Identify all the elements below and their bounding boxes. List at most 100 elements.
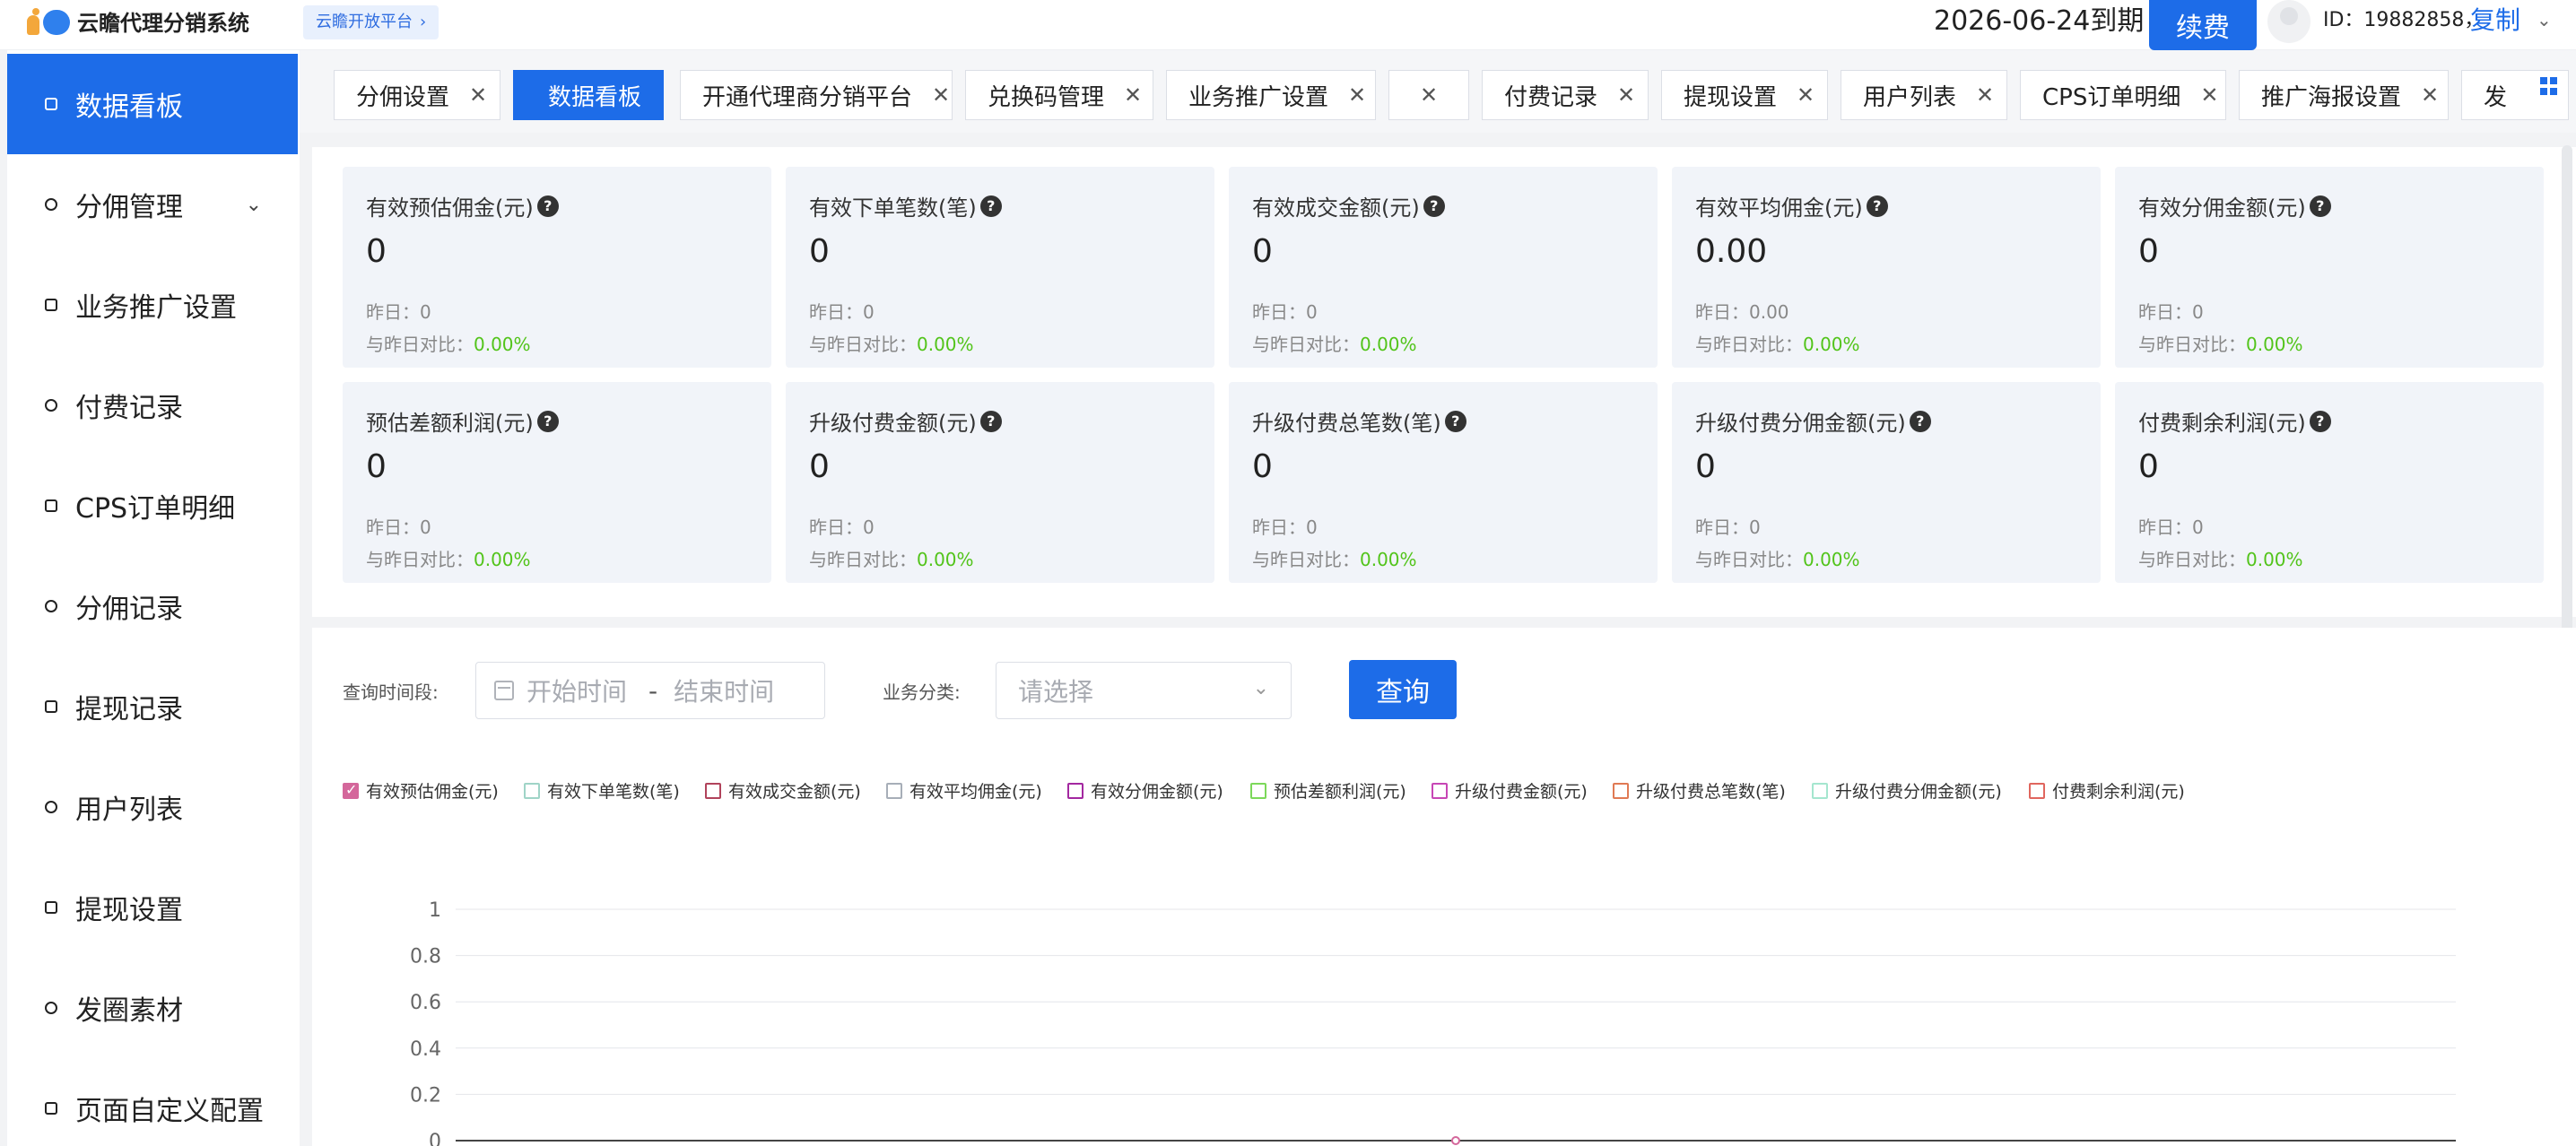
help-icon[interactable]: ?	[1866, 195, 1888, 217]
tab-4[interactable]: 业务推广设置 ✕	[1166, 70, 1376, 120]
legend-checkbox[interactable]	[886, 782, 902, 799]
close-icon[interactable]: ✕	[1617, 82, 1635, 108]
close-icon[interactable]: ✕	[1420, 82, 1438, 108]
tab-label: 分佣设置	[356, 83, 450, 111]
open-platform-link[interactable]: 云瞻开放平台 ›	[303, 5, 439, 39]
legend-item[interactable]: 升级付费分佣金额(元)	[1812, 778, 2002, 803]
help-icon[interactable]: ?	[1909, 410, 1931, 432]
stat-yesterday: 昨日：0.00	[1695, 298, 1789, 324]
tab-3[interactable]: 兑换码管理 ✕	[965, 70, 1153, 120]
stat-value: 0	[809, 233, 830, 270]
user-id: ID：19882858，	[2323, 9, 2485, 31]
compare-value: 0.00%	[917, 549, 974, 570]
stat-yesterday: 昨日：0	[809, 513, 875, 539]
tab-0[interactable]: 分佣设置 ✕	[334, 70, 500, 120]
stat-yesterday: 昨日：0	[1252, 298, 1318, 324]
yesterday-prefix: 昨日：	[1252, 517, 1306, 538]
compare-value: 0.00%	[1360, 334, 1417, 355]
copy-id-button[interactable]: 复制	[2470, 4, 2520, 38]
sidebar-item-label: 分佣管理	[75, 192, 183, 223]
legend-checkbox[interactable]	[705, 782, 721, 799]
legend-item[interactable]: 升级付费总笔数(笔)	[1613, 778, 1786, 803]
category-select[interactable]: 请选择 ⌄	[996, 662, 1292, 719]
compare-prefix: 与昨日对比：	[1695, 334, 1803, 355]
chevron-down-icon[interactable]: ⌄	[2537, 9, 2552, 30]
stat-title: 升级付费总笔数(笔)?	[1252, 405, 1466, 437]
tab-9[interactable]: CPS订单明细 ✕	[2020, 70, 2226, 120]
tab-6[interactable]: 付费记录 ✕	[1482, 70, 1649, 120]
start-time-input[interactable]: 开始时间	[527, 673, 627, 708]
stat-value: 0	[1252, 448, 1273, 485]
help-icon[interactable]: ?	[979, 410, 1002, 432]
legend-checkbox[interactable]	[524, 782, 540, 799]
legend-checkbox[interactable]	[1613, 782, 1629, 799]
close-icon[interactable]: ✕	[932, 82, 950, 108]
stat-title-text: 有效预估佣金(元)	[366, 195, 534, 221]
payment-icon	[43, 397, 59, 413]
tab-10[interactable]: 推广海报设置 ✕	[2239, 70, 2449, 120]
help-icon[interactable]: ?	[536, 410, 559, 432]
legend-item[interactable]: 预估差额利润(元)	[1250, 778, 1406, 803]
sidebar-item-0[interactable]: 数据看板	[7, 54, 298, 154]
sidebar-item-6[interactable]: 提现记录	[7, 656, 298, 757]
legend-checkbox[interactable]	[2029, 782, 2045, 799]
legend-item[interactable]: 有效分佣金额(元)	[1067, 778, 1223, 803]
legend-checkbox[interactable]	[1067, 782, 1083, 799]
y-tick-label: 0.8	[410, 946, 441, 968]
legend-item[interactable]: 有效下单笔数(笔)	[524, 778, 680, 803]
stat-value: 0	[366, 233, 387, 270]
tab-8[interactable]: 用户列表 ✕	[1841, 70, 2007, 120]
help-icon[interactable]: ?	[536, 195, 559, 217]
tab-label: 用户列表	[1863, 83, 1957, 111]
date-range-picker[interactable]: 开始时间 - 结束时间	[475, 662, 825, 719]
end-time-input[interactable]: 结束时间	[674, 673, 774, 708]
close-icon[interactable]: ✕	[1348, 82, 1366, 108]
sidebar-item-7[interactable]: 用户列表	[7, 757, 298, 857]
tab-2[interactable]: 开通代理商分销平台 ✕	[680, 70, 953, 120]
close-icon[interactable]: ✕	[469, 82, 487, 108]
legend-item[interactable]: 有效预估佣金(元)	[343, 778, 499, 803]
close-icon[interactable]: ✕	[2421, 82, 2439, 108]
tab-5[interactable]: ✕	[1388, 70, 1469, 120]
legend-checkbox[interactable]	[1432, 782, 1448, 799]
close-icon[interactable]: ✕	[1976, 82, 1994, 108]
data-point[interactable]	[1451, 1136, 1460, 1145]
sidebar-item-4[interactable]: CPS订单明细	[7, 456, 298, 556]
briefcase-icon	[43, 297, 59, 313]
help-icon[interactable]: ?	[2309, 195, 2331, 217]
stat-value: 0	[809, 448, 830, 485]
help-icon[interactable]: ?	[979, 195, 1002, 217]
sidebar-item-8[interactable]: 提现设置	[7, 857, 298, 958]
legend-item[interactable]: 付费剩余利润(元)	[2029, 778, 2185, 803]
close-icon[interactable]: ✕	[1797, 82, 1815, 108]
help-icon[interactable]: ?	[1444, 410, 1466, 432]
avatar[interactable]	[2267, 0, 2311, 43]
legend-checkbox[interactable]	[1250, 782, 1266, 799]
tab-7[interactable]: 提现设置 ✕	[1661, 70, 1828, 120]
sidebar-item-5[interactable]: 分佣记录	[7, 556, 298, 656]
sidebar-item-2[interactable]: 业务推广设置	[7, 255, 298, 355]
legend-item[interactable]: 有效成交金额(元)	[705, 778, 861, 803]
renew-button[interactable]: 续费	[2149, 0, 2257, 50]
yesterday-value: 0	[1749, 517, 1761, 538]
grid-menu-icon[interactable]	[2540, 77, 2558, 95]
legend-item[interactable]: 有效平均佣金(元)	[886, 778, 1042, 803]
stat-compare: 与昨日对比：0.00%	[1695, 330, 1860, 356]
legend-checkbox[interactable]	[343, 781, 359, 799]
sidebar-item-10[interactable]: 页面自定义配置	[7, 1058, 298, 1146]
close-icon[interactable]: ✕	[2200, 82, 2218, 108]
legend-checkbox[interactable]	[1812, 782, 1828, 799]
close-icon[interactable]: ✕	[1124, 82, 1142, 108]
yesterday-value: 0	[1306, 517, 1318, 538]
tab-1[interactable]: 数据看板	[513, 70, 664, 120]
stat-title: 预估差额利润(元)?	[366, 405, 559, 437]
sidebar-item-3[interactable]: 付费记录	[7, 355, 298, 456]
query-button[interactable]: 查询	[1349, 660, 1457, 719]
help-icon[interactable]: ?	[2309, 410, 2331, 432]
legend-item[interactable]: 升级付费金额(元)	[1432, 778, 1588, 803]
sidebar-item-1[interactable]: 分佣管理 ⌄	[7, 154, 298, 255]
sidebar-item-9[interactable]: 发圈素材	[7, 958, 298, 1058]
top-header: 云瞻代理分销系统 云瞻开放平台 › 2026-06-24到期 续费 ID：198…	[0, 0, 2576, 50]
help-icon[interactable]: ?	[1423, 195, 1445, 217]
palette-icon	[43, 1100, 59, 1116]
